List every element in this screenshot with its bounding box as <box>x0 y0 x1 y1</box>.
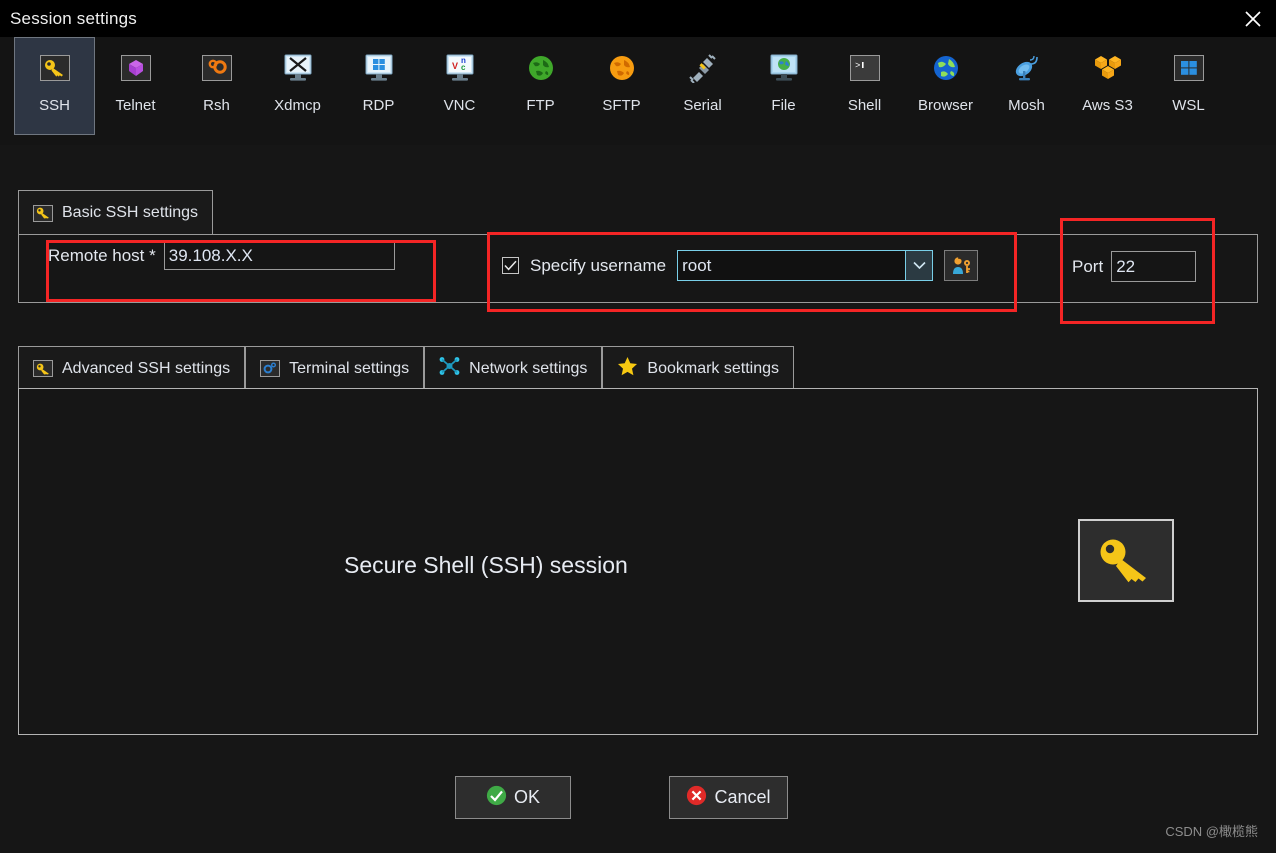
satellite-dish-icon <box>1010 51 1044 85</box>
protocol-label: Serial <box>683 97 722 114</box>
cancel-button-label: Cancel <box>714 787 771 807</box>
protocol-xdmcp[interactable]: Xdmcp <box>257 37 338 135</box>
protocol-sftp[interactable]: SFTP <box>581 37 662 135</box>
protocol-label: Rsh <box>203 97 230 114</box>
tab-bookmark-settings[interactable]: Bookmark settings <box>602 346 795 390</box>
vnc-monitor-icon: V n c <box>443 51 477 85</box>
orange-gears-icon <box>200 51 234 85</box>
svg-text:V: V <box>452 61 458 71</box>
red-x-icon <box>686 785 707 811</box>
protocol-label: RDP <box>362 97 395 114</box>
protocol-label: SFTP <box>602 97 641 114</box>
svg-text:>: > <box>855 61 860 71</box>
port-stepper[interactable] <box>1111 251 1276 282</box>
protocol-label: Mosh <box>1008 97 1045 114</box>
protocol-rdp[interactable]: RDP <box>338 37 419 135</box>
protocol-vnc[interactable]: V n c VNC <box>419 37 500 135</box>
tab-label: Advanced SSH settings <box>62 359 231 377</box>
session-settings-dialog: Session settings SSH Telnet Rsh Xdmcp RD… <box>0 0 1276 853</box>
secondary-tabrow: Advanced SSH settings Terminal settings <box>18 346 795 390</box>
title-bar: Session settings <box>0 0 1276 37</box>
protocol-browser[interactable]: Browser <box>905 37 986 135</box>
blue-globe-icon <box>929 51 963 85</box>
protocol-aws-s3[interactable]: Aws S3 <box>1067 37 1148 135</box>
chevron-down-icon[interactable] <box>905 251 933 280</box>
protocol-label: WSL <box>1172 97 1205 114</box>
key-icon <box>1078 519 1174 602</box>
protocol-serial[interactable]: Serial <box>662 37 743 135</box>
remote-host-field-group: Remote host * <box>48 242 395 270</box>
ok-button[interactable]: OK <box>455 776 571 819</box>
protocol-wsl[interactable]: WSL <box>1148 37 1229 135</box>
tab-label: Network settings <box>469 359 588 377</box>
tab-label: Basic SSH settings <box>62 204 199 221</box>
protocol-toolbar: SSH Telnet Rsh Xdmcp RDP V n c VNC FTP S… <box>0 37 1276 145</box>
protocol-label: Browser <box>917 97 973 114</box>
protocol-ftp[interactable]: FTP <box>500 37 581 135</box>
svg-text:c: c <box>461 63 466 72</box>
protocol-label: VNC <box>443 97 476 114</box>
protocol-label: SSH <box>39 97 70 114</box>
specify-username-group: Specify username <box>502 250 979 281</box>
session-preview-caption: Secure Shell (SSH) session <box>344 552 628 578</box>
green-globe-icon <box>524 51 558 85</box>
close-icon[interactable] <box>1230 0 1276 37</box>
specify-username-label: Specify username <box>530 255 667 275</box>
protocol-ssh[interactable]: SSH <box>14 37 95 135</box>
remote-host-input[interactable] <box>163 242 395 270</box>
network-node-icon <box>439 356 460 381</box>
port-field-group: Port <box>1072 251 1276 282</box>
key-icon <box>33 360 53 377</box>
tab-terminal-settings[interactable]: Terminal settings <box>245 346 425 390</box>
tab-label: Bookmark settings <box>647 359 780 377</box>
protocol-telnet[interactable]: Telnet <box>95 37 176 135</box>
star-icon <box>617 356 638 381</box>
protocol-mosh[interactable]: Mosh <box>986 37 1067 135</box>
protocol-label: Shell <box>847 97 882 114</box>
protocol-rsh[interactable]: Rsh <box>176 37 257 135</box>
file-monitor-icon <box>767 51 801 85</box>
aws-cubes-icon <box>1091 51 1125 85</box>
tab-advanced-ssh-settings[interactable]: Advanced SSH settings <box>18 346 246 390</box>
protocol-label: File <box>771 97 796 114</box>
remote-host-label: Remote host * <box>48 246 156 265</box>
watermark: CSDN @橄榄熊 <box>1165 824 1258 839</box>
protocol-label: Telnet <box>115 97 156 114</box>
ok-button-label: OK <box>513 787 540 807</box>
windows-logo-icon <box>1172 51 1206 85</box>
tab-network-settings[interactable]: Network settings <box>424 346 603 390</box>
x-monitor-icon <box>281 51 315 85</box>
orange-globe-icon <box>605 51 639 85</box>
specify-username-checkbox[interactable] <box>502 257 519 274</box>
green-check-icon <box>486 785 507 811</box>
username-input[interactable] <box>678 251 906 280</box>
protocol-label: FTP <box>526 97 555 114</box>
windows-monitor-icon <box>362 51 396 85</box>
serial-plug-icon <box>686 51 720 85</box>
username-combobox[interactable] <box>677 250 934 281</box>
key-icon <box>33 204 53 222</box>
protocol-label: Xdmcp <box>274 97 321 114</box>
tab-label: Terminal settings <box>289 359 410 377</box>
key-icon <box>38 51 72 85</box>
session-preview-panel <box>18 388 1258 735</box>
protocol-shell[interactable]: > Shell <box>824 37 905 135</box>
terminal-gear-icon <box>260 360 281 377</box>
user-key-icon[interactable] <box>944 250 979 281</box>
port-label: Port <box>1072 256 1104 276</box>
tab-basic-ssh-settings[interactable]: Basic SSH settings <box>18 190 214 235</box>
basic-settings-tabrow: Basic SSH settings <box>18 190 214 235</box>
protocol-file[interactable]: File <box>743 37 824 135</box>
protocol-label: Aws S3 <box>1082 97 1133 114</box>
purple-cube-icon <box>119 51 153 85</box>
terminal-prompt-icon: > <box>848 51 882 85</box>
window-title: Session settings <box>10 8 137 28</box>
port-input[interactable] <box>1112 252 1276 281</box>
cancel-button[interactable]: Cancel <box>669 776 788 819</box>
